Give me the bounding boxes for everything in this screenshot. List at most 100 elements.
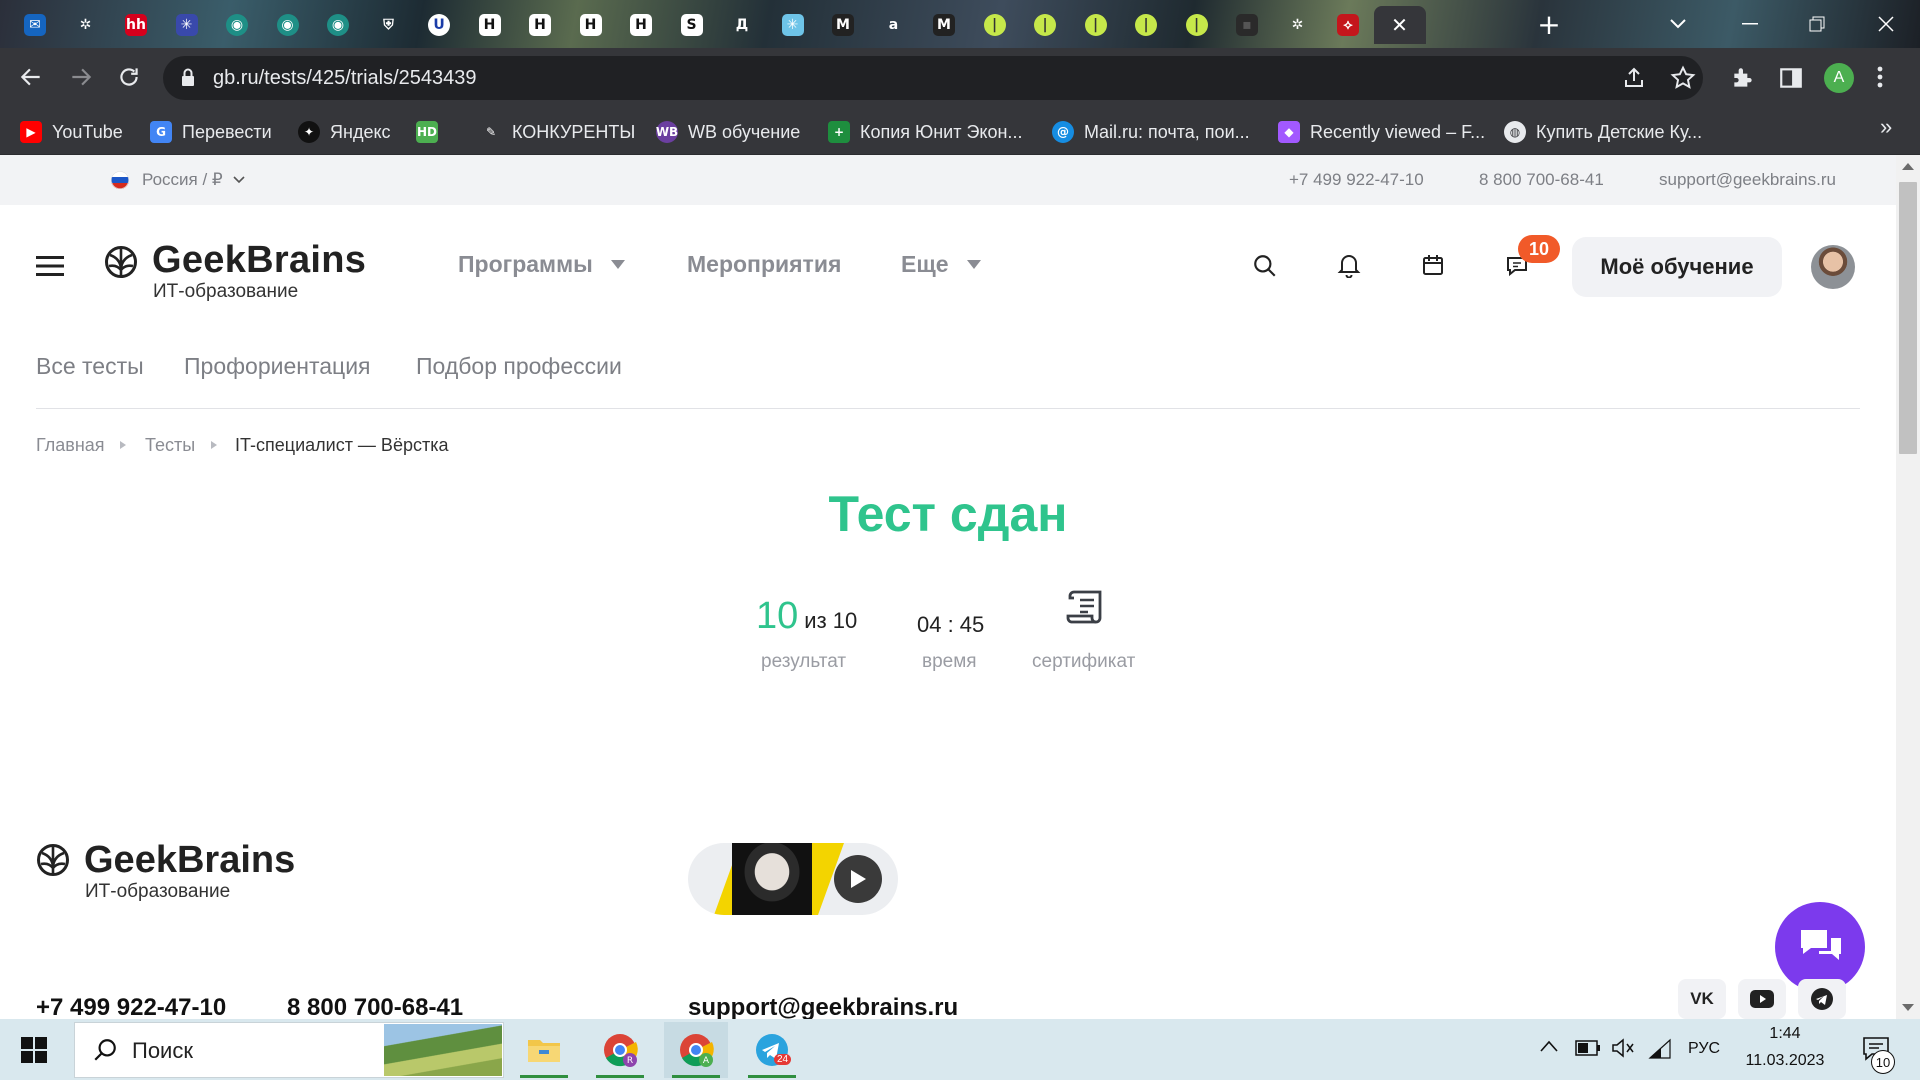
clock-date[interactable]: 11.03.2023: [1720, 1052, 1850, 1070]
hamburger-menu-icon[interactable]: [36, 255, 64, 277]
bookmark-item[interactable]: @ Mail.ru: почта, пои...: [1052, 113, 1250, 151]
certificate-scroll-icon[interactable]: [1066, 588, 1106, 626]
taskbar-file-explorer[interactable]: [512, 1022, 576, 1078]
user-avatar[interactable]: [1811, 245, 1855, 289]
footer-phone-1[interactable]: +7 499 922-47-10: [36, 994, 226, 1019]
tray-chevron-up-icon[interactable]: [1540, 1040, 1558, 1052]
browser-tab[interactable]: S: [667, 6, 717, 44]
browser-tab[interactable]: H: [515, 6, 565, 44]
bookmark-item[interactable]: + Копия Юнит Экон...: [828, 113, 1022, 151]
browser-tab[interactable]: ✲: [1273, 6, 1323, 44]
wifi-icon[interactable]: [1648, 1038, 1672, 1060]
share-icon[interactable]: [1622, 66, 1646, 90]
telegram-icon[interactable]: [1798, 979, 1846, 1019]
new-tab-button[interactable]: +: [1524, 0, 1574, 48]
browser-tab[interactable]: hh: [111, 6, 161, 44]
play-icon[interactable]: [834, 855, 882, 903]
bookmark-item[interactable]: ✦ Яндекс: [298, 113, 391, 151]
browser-tab[interactable]: Д: [717, 6, 767, 44]
bookmark-item[interactable]: ✎ КОНКУРЕНТЫ: [480, 113, 635, 151]
brand-name[interactable]: GeekBrains: [152, 239, 366, 282]
close-tab-icon[interactable]: ✕: [1391, 13, 1408, 37]
taskbar-telegram[interactable]: 24: [740, 1022, 804, 1078]
calendar-icon[interactable]: [1421, 253, 1445, 277]
region-selector[interactable]: Россия / ₽: [108, 170, 245, 190]
browser-tab[interactable]: ◉: [212, 6, 262, 44]
scroll-down-arrow-icon[interactable]: [1902, 1004, 1914, 1012]
windows-start-icon[interactable]: [21, 1037, 47, 1063]
breadcrumb-home[interactable]: Главная: [36, 435, 105, 456]
restore-button[interactable]: [1782, 0, 1852, 48]
footer-logo[interactable]: [36, 843, 70, 877]
browser-tab[interactable]: |: [1020, 6, 1070, 44]
bookmark-item[interactable]: G Перевести: [150, 113, 272, 151]
topbar-phone-1[interactable]: +7 499 922-47-10: [1289, 170, 1424, 190]
footer-email[interactable]: support@geekbrains.ru: [688, 994, 958, 1019]
reload-icon[interactable]: [116, 64, 142, 90]
bookmark-item[interactable]: ◆ Recently viewed – F...: [1278, 113, 1485, 151]
url-text[interactable]: gb.ru/tests/425/trials/2543439: [213, 65, 477, 91]
lock-icon[interactable]: [180, 68, 196, 88]
browser-tab[interactable]: H: [465, 6, 515, 44]
side-panel-icon[interactable]: [1778, 65, 1804, 91]
browser-tab[interactable]: |: [1172, 6, 1222, 44]
browser-tab[interactable]: M: [818, 6, 868, 44]
youtube-icon[interactable]: [1738, 979, 1786, 1019]
scrollbar-thumb[interactable]: [1899, 182, 1917, 454]
nav-events[interactable]: Мероприятия: [687, 251, 841, 278]
vk-icon[interactable]: VK: [1678, 979, 1726, 1019]
browser-tab[interactable]: U: [414, 6, 464, 44]
browser-tab[interactable]: |: [1071, 6, 1121, 44]
profile-avatar[interactable]: A: [1824, 63, 1854, 93]
clock-time[interactable]: 1:44: [1720, 1025, 1850, 1043]
scroll-up-arrow-icon[interactable]: [1902, 162, 1914, 170]
bookmark-item[interactable]: ◍ Купить Детские Ку...: [1504, 113, 1702, 151]
input-language[interactable]: РУС: [1688, 1040, 1720, 1058]
browser-tab[interactable]: H: [566, 6, 616, 44]
topbar-phone-2[interactable]: 8 800 700-68-41: [1479, 170, 1604, 190]
minimize-button[interactable]: [1718, 0, 1782, 48]
taskbar-chrome-profile-r[interactable]: R: [588, 1022, 652, 1078]
browser-tab[interactable]: |: [1121, 6, 1171, 44]
volume-muted-icon[interactable]: [1611, 1038, 1635, 1058]
browser-tab[interactable]: ✉: [10, 6, 60, 44]
video-promo-thumbnail[interactable]: [688, 843, 898, 915]
bookmark-star-icon[interactable]: [1670, 65, 1696, 91]
breadcrumb-tests[interactable]: Тесты: [145, 435, 195, 456]
tab-search-chevron-icon[interactable]: [1650, 0, 1706, 48]
back-arrow-icon[interactable]: [18, 64, 44, 90]
browser-tab[interactable]: ✲: [61, 6, 111, 44]
browser-tab[interactable]: |: [970, 6, 1020, 44]
topbar-email[interactable]: support@geekbrains.ru: [1659, 170, 1836, 190]
nav-programs[interactable]: Программы: [458, 251, 625, 278]
active-tab[interactable]: ✕: [1373, 6, 1426, 44]
taskbar-chrome-profile-a[interactable]: A: [664, 1022, 728, 1078]
browser-tab[interactable]: ◉: [313, 6, 363, 44]
taskbar-search-placeholder[interactable]: Поиск: [132, 1038, 193, 1064]
browser-tab[interactable]: a: [869, 6, 919, 44]
subnav-career-guidance[interactable]: Профориентация: [184, 353, 371, 380]
kebab-menu-icon[interactable]: [1876, 64, 1884, 90]
nav-more[interactable]: Еще: [901, 251, 981, 278]
close-window-button[interactable]: [1852, 0, 1920, 48]
browser-tab[interactable]: H: [616, 6, 666, 44]
my-learning-button[interactable]: Моё обучение: [1572, 237, 1782, 297]
subnav-all-tests[interactable]: Все тесты: [36, 353, 144, 380]
browser-tab[interactable]: ⛨: [364, 6, 414, 44]
browser-tab[interactable]: ⟡: [1323, 6, 1373, 44]
search-icon[interactable]: [1252, 253, 1278, 279]
bell-icon[interactable]: [1337, 252, 1361, 278]
certificate-label[interactable]: сертификат: [1032, 651, 1135, 673]
battery-icon[interactable]: [1575, 1040, 1601, 1056]
browser-tab[interactable]: ✳: [768, 6, 818, 44]
bookmark-item[interactable]: WB WB обучение: [656, 113, 800, 151]
forward-arrow-icon[interactable]: [68, 64, 94, 90]
browser-tab[interactable]: ▪: [1222, 6, 1272, 44]
footer-phone-2[interactable]: 8 800 700-68-41: [287, 994, 463, 1019]
browser-tab[interactable]: M: [919, 6, 969, 44]
browser-tab[interactable]: ✳: [162, 6, 212, 44]
bookmark-item[interactable]: HD: [416, 113, 438, 151]
subnav-profession-picker[interactable]: Подбор профессии: [416, 353, 622, 380]
bookmarks-overflow-chevron-icon[interactable]: »: [1880, 114, 1892, 140]
extensions-puzzle-icon[interactable]: [1730, 65, 1756, 91]
